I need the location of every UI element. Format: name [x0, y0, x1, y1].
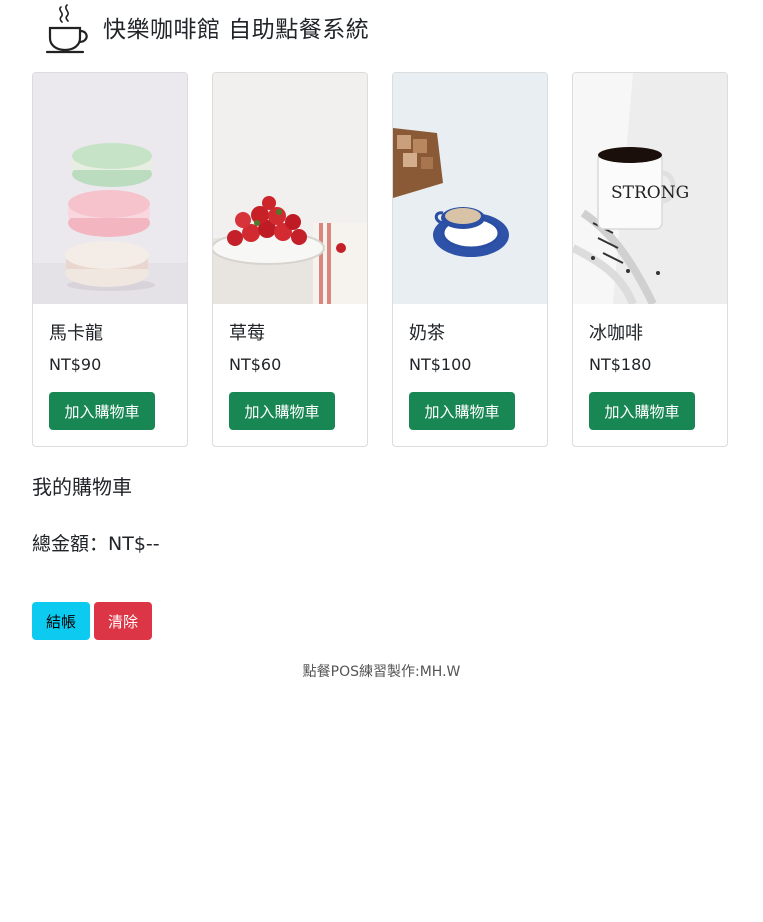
site-header: [44, 4, 92, 56]
svg-text:STRONG: STRONG: [611, 183, 689, 203]
product-grid: 馬卡龍 NT$90 加入購物車 草莓 NT$60 加入購物車 奶茶 NT$100…: [32, 72, 728, 447]
footer-credit: 點餐POS練習製作:MH.W: [302, 664, 461, 680]
site-title: 快樂咖啡館 自助點餐系統: [103, 17, 370, 43]
cart-total: 總金額：NT$--: [32, 533, 160, 555]
add-to-cart-button-iced-coffee[interactable]: 加入購物車: [589, 392, 695, 430]
add-to-cart-button-strawberry[interactable]: 加入購物車: [229, 392, 335, 430]
add-to-cart-button-milk-tea[interactable]: 加入購物車: [409, 392, 515, 430]
product-card-milk-tea: 奶茶 NT$100 加入購物車: [392, 72, 548, 447]
product-card-strawberry: 草莓 NT$60 加入購物車: [212, 72, 368, 447]
milk-tea-cup-photo: [393, 73, 547, 304]
strawberry-bowl-photo: [213, 73, 367, 304]
product-name: 草莓: [229, 323, 265, 344]
macaron-stack-photo: [33, 73, 187, 304]
cart-title: 我的購物車: [32, 475, 132, 499]
clear-button[interactable]: 清除: [94, 602, 152, 640]
product-price: NT$90: [49, 355, 102, 374]
product-name: 奶茶: [409, 323, 445, 344]
product-price: NT$100: [409, 355, 472, 374]
product-name: 冰咖啡: [589, 323, 643, 344]
product-card-iced-coffee: STRONG 冰咖啡 NT$180 加入購物車: [572, 72, 728, 447]
product-card-macaron: 馬卡龍 NT$90 加入購物車: [32, 72, 188, 447]
product-price: NT$60: [229, 355, 282, 374]
checkout-button[interactable]: 結帳: [32, 602, 90, 640]
coffee-cup-icon: [45, 4, 88, 54]
product-price: NT$180: [589, 355, 652, 374]
coffee-mug-photo: STRONG: [573, 73, 727, 304]
add-to-cart-button-macaron[interactable]: 加入購物車: [49, 392, 155, 430]
product-name: 馬卡龍: [49, 323, 103, 344]
